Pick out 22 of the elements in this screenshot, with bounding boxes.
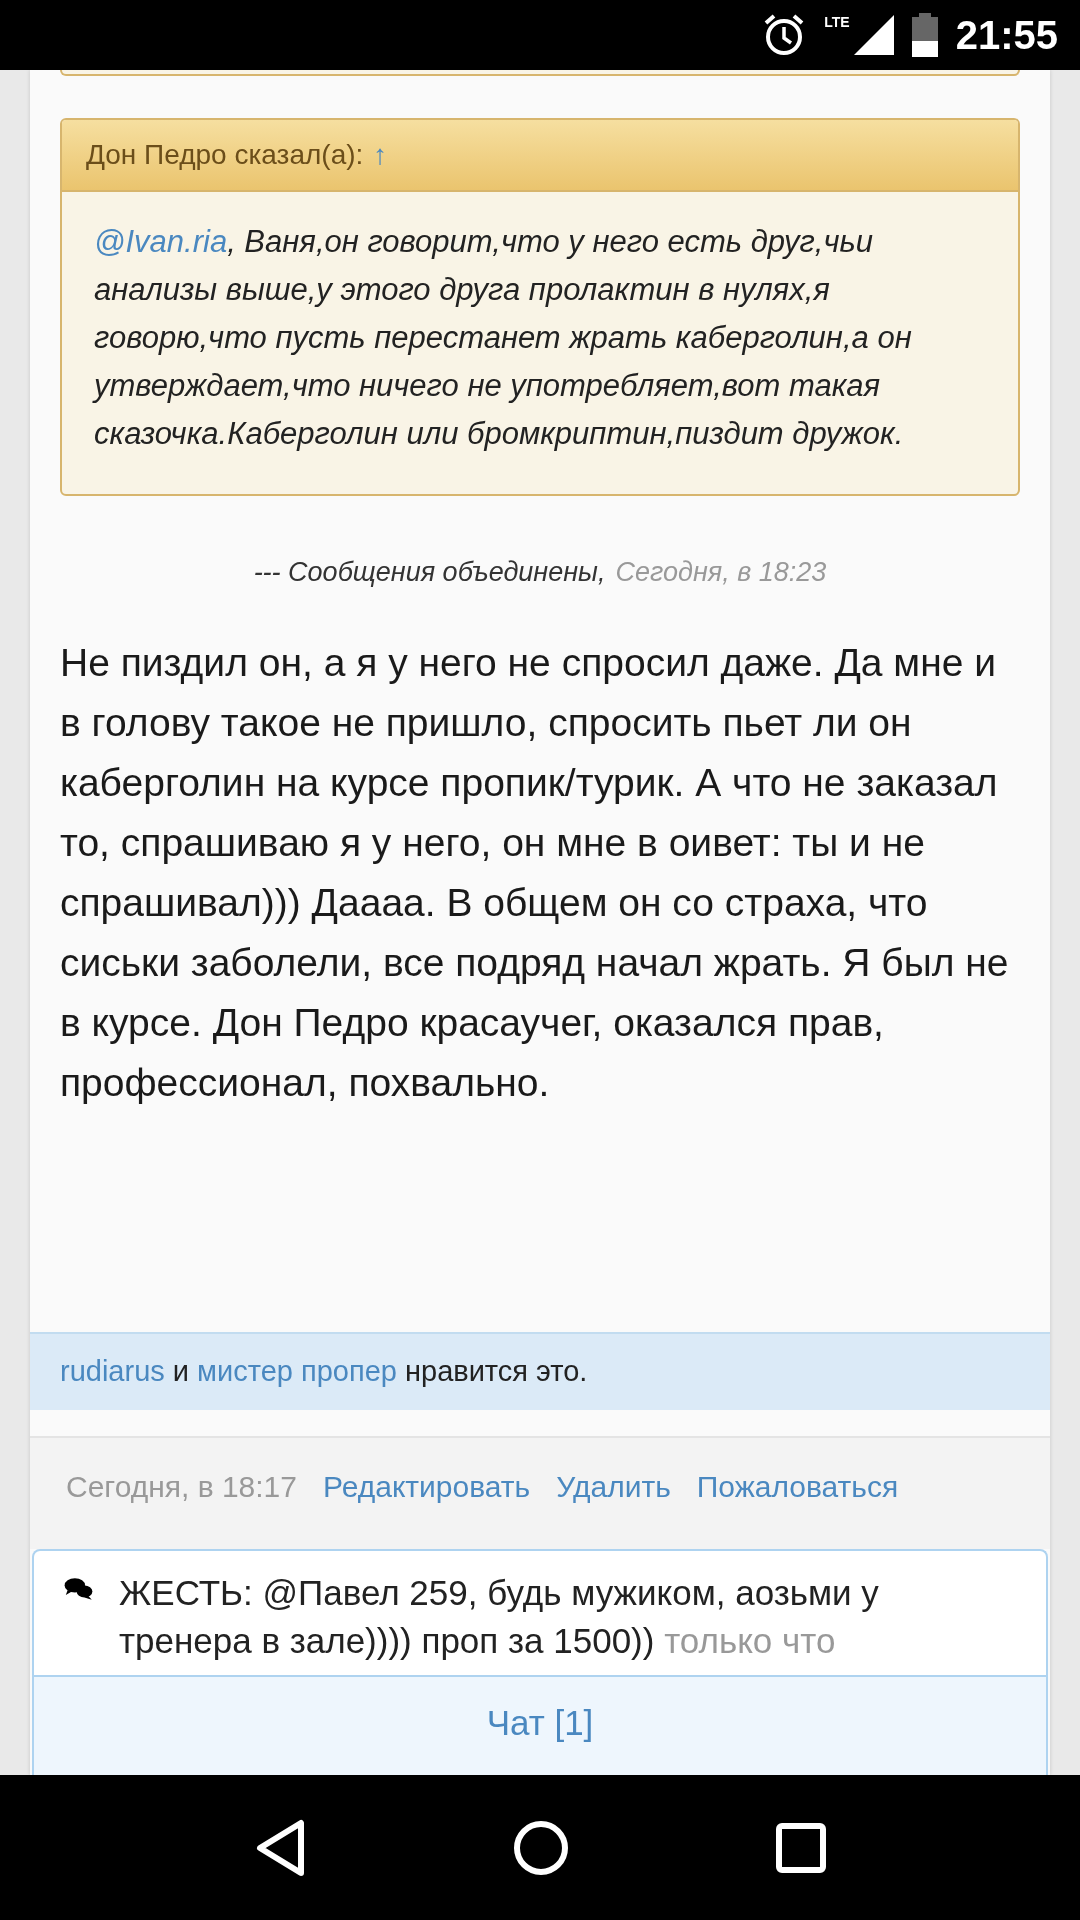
likes-bar: rudiarus и мистер пропер нравится это.: [30, 1332, 1050, 1410]
merged-notice: --- Сообщения объединены,: [253, 556, 606, 589]
quote-text: @Ivan.ria, Ваня,он говорит,что у него есть друг,чьи анализы выше,у этого друга пролактин в нулях,я говорю,что пусть перестанет жрать каберголин,а он утверждает,что ничего не употребляет,вот такая сказочка.Каберголин или бромкриптин,пиздит дружок.: [91, 223, 913, 453]
mention-link[interactable]: @Ivan.ria: [94, 224, 228, 259]
post-action-link[interactable]: Удалить: [556, 1463, 671, 1509]
jump-to-quote-link[interactable]: ↑: [373, 134, 388, 176]
recent-apps-icon[interactable]: [776, 1822, 827, 1873]
battery-icon: [911, 13, 938, 57]
user-link[interactable]: rudiarus: [60, 1355, 165, 1387]
post-action-link[interactable]: Пожаловаться: [696, 1463, 899, 1509]
post-action-link[interactable]: Редактировать: [323, 1463, 531, 1509]
network-type: LTE: [824, 13, 850, 32]
merged-time: Сегодня, в 18:23: [615, 556, 827, 589]
post-text: Не пиздил он, а я у него не спросил даже. Да мне и в голову такое не пришло, спросить пьет ли он каберголин на курсе пропик/турик. А что не заказал то, спрашиваю я у него, он мне в оивет: ты и не спрашивал))) Даааа. В общем он со страха, что сиськи заболели, все подряд начал жрать. Я был не в курсе. Дон Педро красаучег, оказался прав, профессионал, похвально.: [59, 639, 1010, 1106]
chat-message: ЖЕСТЬ: @Павел 259, будь мужиком, аозьми у тренера в зале)))) проп за 1500)) только что: [118, 1571, 880, 1662]
clock-time: 21:55: [955, 12, 1058, 59]
quote-author: Дон Педро сказал(а):: [86, 138, 364, 172]
user-link[interactable]: мистер пропер: [197, 1355, 397, 1387]
home-icon[interactable]: [513, 1819, 569, 1876]
chat-button[interactable]: Чат [1]: [34, 1674, 1046, 1775]
signal-icon: [853, 15, 894, 55]
post-time: Сегодня, в 18:17: [66, 1468, 297, 1505]
